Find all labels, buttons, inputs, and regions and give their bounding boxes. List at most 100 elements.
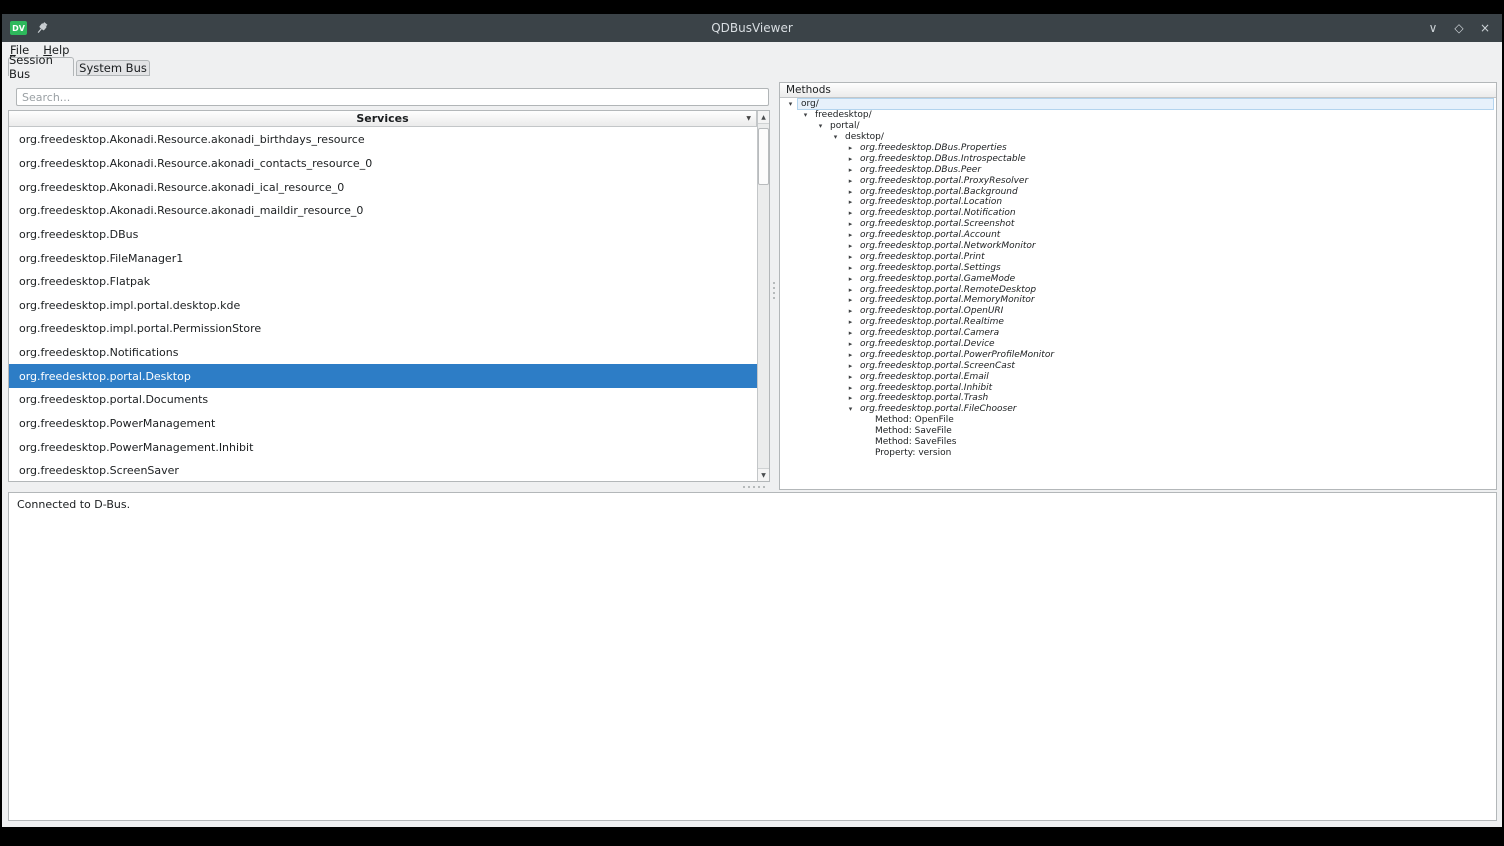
horizontal-splitter[interactable] [8, 483, 1497, 491]
collapsed-arrow-icon[interactable]: ▸ [844, 154, 857, 164]
tree-node[interactable]: ▸org.freedesktop.portal.Camera [780, 328, 1496, 339]
methods-header[interactable]: Methods [780, 83, 1496, 98]
maximize-button[interactable]: ◇ [1452, 21, 1466, 35]
tree-node[interactable]: ▾portal/ [780, 121, 1496, 132]
collapsed-arrow-icon[interactable]: ▸ [844, 241, 857, 251]
collapsed-arrow-icon[interactable]: ▸ [844, 350, 857, 360]
collapsed-arrow-icon[interactable]: ▸ [844, 219, 857, 229]
services-scrollbar[interactable]: ▲ ▼ [757, 111, 769, 481]
tree-node[interactable]: Method: OpenFile [780, 415, 1496, 426]
expanded-arrow-icon[interactable]: ▾ [829, 132, 842, 142]
tree-node[interactable]: ▸org.freedesktop.DBus.Introspectable [780, 153, 1496, 164]
collapsed-arrow-icon[interactable]: ▸ [844, 372, 857, 382]
collapsed-arrow-icon[interactable]: ▸ [844, 143, 857, 153]
tree-node[interactable]: ▸org.freedesktop.portal.Trash [780, 393, 1496, 404]
tab-system-bus[interactable]: System Bus [76, 60, 150, 76]
tree-node[interactable]: ▸org.freedesktop.portal.Email [780, 371, 1496, 382]
tree-node[interactable]: ▾desktop/ [780, 132, 1496, 143]
tree-node[interactable]: ▸org.freedesktop.portal.Screenshot [780, 219, 1496, 230]
tree-node[interactable]: ▸org.freedesktop.portal.Background [780, 186, 1496, 197]
tree-node-label: org.freedesktop.portal.Email [857, 372, 992, 382]
tree-node[interactable]: ▸org.freedesktop.portal.Inhibit [780, 382, 1496, 393]
log-message: Connected to D-Bus. [17, 498, 130, 511]
tree-node[interactable]: Property: version [780, 448, 1496, 459]
tree-node[interactable]: ▸org.freedesktop.portal.Settings [780, 262, 1496, 273]
collapsed-arrow-icon[interactable]: ▸ [844, 339, 857, 349]
services-header[interactable]: Services ▼ [9, 111, 757, 127]
tree-node-label: org.freedesktop.portal.FileChooser [857, 404, 1019, 414]
log-panel: Connected to D-Bus. [8, 492, 1497, 821]
tree-node[interactable]: ▸org.freedesktop.portal.Device [780, 339, 1496, 350]
collapsed-arrow-icon[interactable]: ▸ [844, 263, 857, 273]
tree-node[interactable]: ▸org.freedesktop.portal.RemoteDesktop [780, 284, 1496, 295]
collapsed-arrow-icon[interactable]: ▸ [844, 328, 857, 338]
tree-node[interactable]: ▸org.freedesktop.portal.GameMode [780, 273, 1496, 284]
tree-node[interactable]: ▸org.freedesktop.portal.OpenURI [780, 306, 1496, 317]
collapsed-arrow-icon[interactable]: ▸ [844, 176, 857, 186]
service-row[interactable]: org.freedesktop.PowerManagement.Inhibit [9, 435, 757, 459]
collapsed-arrow-icon[interactable]: ▸ [844, 317, 857, 327]
service-row[interactable]: org.freedesktop.DBus [9, 223, 757, 247]
tree-node[interactable]: ▸org.freedesktop.portal.ProxyResolver [780, 175, 1496, 186]
service-row[interactable]: org.freedesktop.Akonadi.Resource.akonadi… [9, 175, 757, 199]
collapsed-arrow-icon[interactable]: ▸ [844, 208, 857, 218]
tree-node[interactable]: Method: SaveFile [780, 426, 1496, 437]
tree-node[interactable]: ▸org.freedesktop.portal.Realtime [780, 317, 1496, 328]
tree-node[interactable]: ▸org.freedesktop.portal.PowerProfileMoni… [780, 349, 1496, 360]
collapsed-arrow-icon[interactable]: ▸ [844, 274, 857, 284]
collapsed-arrow-icon[interactable]: ▸ [844, 393, 857, 403]
service-row[interactable]: org.freedesktop.Akonadi.Resource.akonadi… [9, 199, 757, 223]
close-button[interactable]: × [1478, 21, 1492, 35]
tab-session-bus[interactable]: Session Bus [8, 57, 74, 76]
service-row[interactable]: org.freedesktop.PowerManagement [9, 412, 757, 436]
service-row[interactable]: org.freedesktop.Akonadi.Resource.akonadi… [9, 128, 757, 152]
tree-node[interactable]: ▸org.freedesktop.portal.Print [780, 251, 1496, 262]
expanded-arrow-icon[interactable]: ▾ [799, 110, 812, 120]
tree-node[interactable]: ▸org.freedesktop.portal.ScreenCast [780, 360, 1496, 371]
tree-node[interactable]: ▸org.freedesktop.portal.Location [780, 197, 1496, 208]
tree-node[interactable]: ▾freedesktop/ [780, 110, 1496, 121]
expanded-arrow-icon[interactable]: ▾ [814, 121, 827, 131]
service-row[interactable]: org.freedesktop.portal.Desktop [9, 364, 757, 388]
scrollbar-thumb[interactable] [758, 128, 769, 185]
tree-node[interactable]: ▸org.freedesktop.portal.Account [780, 230, 1496, 241]
scroll-down-icon[interactable]: ▼ [758, 468, 769, 481]
service-row[interactable]: org.freedesktop.FileManager1 [9, 246, 757, 270]
header-dropdown-icon[interactable]: ▼ [746, 111, 751, 126]
collapsed-arrow-icon[interactable]: ▸ [844, 252, 857, 262]
tree-node[interactable]: ▸org.freedesktop.DBus.Peer [780, 164, 1496, 175]
service-row[interactable]: org.freedesktop.Akonadi.Resource.akonadi… [9, 152, 757, 176]
collapsed-arrow-icon[interactable]: ▸ [844, 165, 857, 175]
collapsed-arrow-icon[interactable]: ▸ [844, 306, 857, 316]
collapsed-arrow-icon[interactable]: ▸ [844, 361, 857, 371]
collapsed-arrow-icon[interactable]: ▸ [844, 383, 857, 393]
expanded-arrow-icon[interactable]: ▾ [844, 404, 857, 414]
tree-node[interactable]: ▸org.freedesktop.portal.MemoryMonitor [780, 295, 1496, 306]
scroll-up-icon[interactable]: ▲ [758, 111, 769, 124]
collapsed-arrow-icon[interactable]: ▸ [844, 285, 857, 295]
tree-node[interactable]: ▾org.freedesktop.portal.FileChooser [780, 404, 1496, 415]
vertical-splitter[interactable] [770, 110, 779, 482]
tree-node[interactable]: Method: SaveFiles [780, 437, 1496, 448]
collapsed-arrow-icon[interactable]: ▸ [844, 187, 857, 197]
collapsed-arrow-icon[interactable]: ▸ [844, 230, 857, 240]
service-row[interactable]: org.freedesktop.portal.Documents [9, 388, 757, 412]
collapsed-arrow-icon[interactable]: ▸ [844, 197, 857, 207]
search-input[interactable] [16, 88, 769, 106]
service-row[interactable]: org.freedesktop.impl.portal.desktop.kde [9, 293, 757, 317]
minimize-button[interactable]: ∨ [1426, 21, 1440, 35]
title-bar: DV QDBusViewer ∨ ◇ × [2, 14, 1502, 42]
service-row[interactable]: org.freedesktop.impl.portal.PermissionSt… [9, 317, 757, 341]
tree-node[interactable]: ▸org.freedesktop.DBus.Properties [780, 143, 1496, 154]
tree-node[interactable]: ▾org/ [780, 99, 1496, 110]
tree-node[interactable]: ▸org.freedesktop.portal.Notification [780, 208, 1496, 219]
service-row[interactable]: org.freedesktop.Notifications [9, 341, 757, 365]
pin-icon[interactable] [35, 21, 49, 35]
service-row[interactable]: org.freedesktop.ScreenSaver [9, 459, 757, 481]
tree-node[interactable]: ▸org.freedesktop.portal.NetworkMonitor [780, 241, 1496, 252]
tree-node-label: org.freedesktop.portal.OpenURI [857, 306, 1006, 316]
collapsed-arrow-icon[interactable]: ▸ [844, 295, 857, 305]
service-row[interactable]: org.freedesktop.Flatpak [9, 270, 757, 294]
expanded-arrow-icon[interactable]: ▾ [784, 99, 797, 109]
tree-node-label: org.freedesktop.portal.Inhibit [857, 383, 995, 393]
